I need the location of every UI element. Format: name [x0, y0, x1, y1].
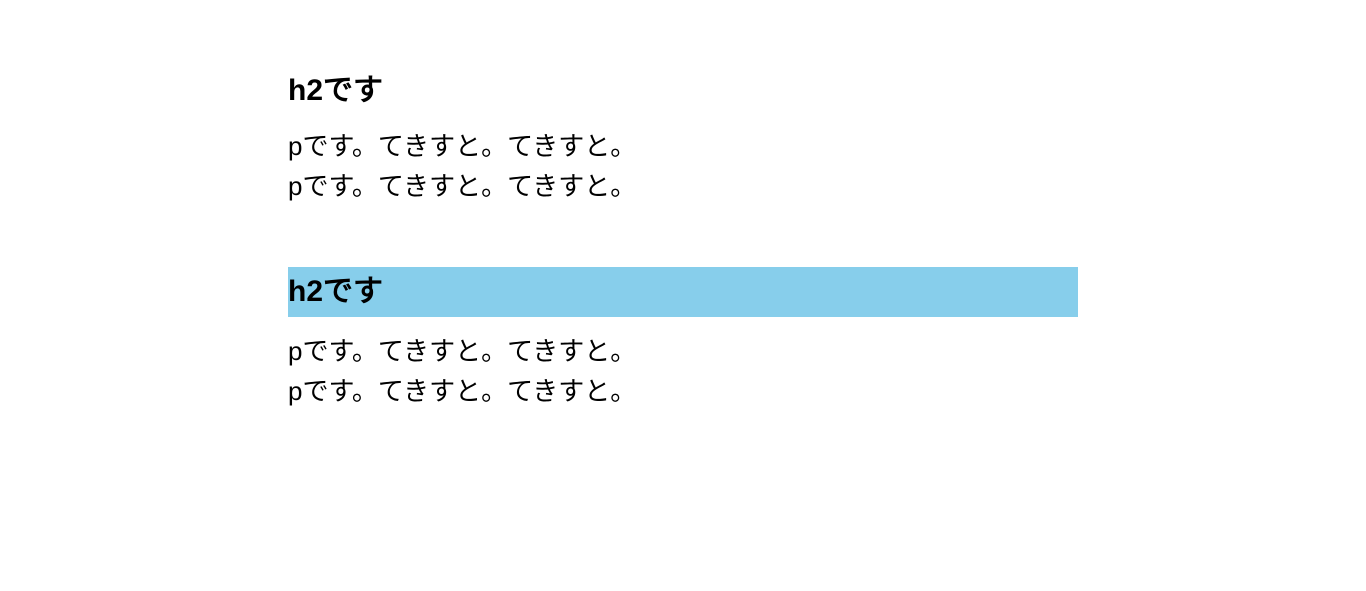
paragraph: pです。てきすと。てきすと。 [288, 166, 1078, 206]
paragraph: pです。てきすと。てきすと。 [288, 371, 1078, 411]
section-2: h2です pです。てきすと。てきすと。 pです。てきすと。てきすと。 [288, 267, 1078, 412]
heading-1: h2です [288, 70, 1078, 112]
section-1: h2です pです。てきすと。てきすと。 pです。てきすと。てきすと。 [288, 70, 1078, 207]
paragraph: pです。てきすと。てきすと。 [288, 126, 1078, 166]
paragraph: pです。てきすと。てきすと。 [288, 331, 1078, 371]
heading-2-highlighted: h2です [288, 267, 1078, 317]
content-area: h2です pです。てきすと。てきすと。 pです。てきすと。てきすと。 h2です … [288, 70, 1078, 471]
page: h2です pです。てきすと。てきすと。 pです。てきすと。てきすと。 h2です … [0, 0, 1366, 591]
